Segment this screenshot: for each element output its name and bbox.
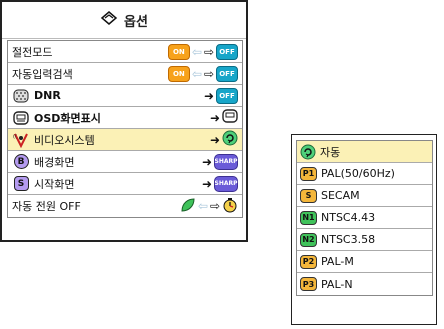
right-arrow-icon: ➜ (209, 110, 220, 125)
menu-item-background[interactable]: B 배경화면 ➜ SHARP (8, 151, 242, 173)
option-ntsc358[interactable]: N2 NTSC3.58 (297, 229, 432, 251)
left-arrow-icon: ⇦ (191, 44, 202, 59)
video-system-submenu: 자동 P1 PAL(50/60Hz) S SECAM N1 NTSC4.43 N… (291, 134, 437, 325)
right-arrow-icon: ⇨ (209, 199, 220, 213)
auto-search-control[interactable]: ON ⇦ ⇨ OFF (167, 65, 238, 82)
left-arrow-icon: ⇦ (191, 66, 202, 81)
option-secam[interactable]: S SECAM (297, 185, 432, 207)
video-system-options: 자동 P1 PAL(50/60Hz) S SECAM N1 NTSC4.43 N… (296, 140, 433, 296)
right-arrow-icon: ➜ (201, 176, 212, 191)
osd-state-icon (222, 109, 238, 126)
timer-icon (222, 197, 238, 216)
right-arrow-icon: ⇨ (203, 44, 214, 59)
osd-icon (12, 110, 30, 126)
sharp-logo-icon: SHARP (214, 175, 238, 192)
p2-icon: P2 (300, 254, 317, 269)
svg-text:((: (( (13, 134, 17, 140)
menu-item-osd[interactable]: OSD화면표시 ➜ (8, 107, 242, 129)
n1-icon: N1 (300, 210, 317, 225)
option-label: 자동 (320, 145, 341, 159)
video-system-icon: (( (12, 132, 30, 148)
option-label: PAL-M (321, 255, 354, 268)
options-menu: 옵션 절전모드 ON ⇦ ⇨ OFF 자동입력검색 ON ⇦ ⇨ OFF DNR… (0, 0, 248, 242)
menu-item-label: 비디오시스템 (34, 133, 95, 147)
on-icon: ON (167, 65, 190, 82)
menu-item-video-system[interactable]: (( 비디오시스템 ➜ (8, 129, 242, 151)
leaf-icon (180, 197, 196, 215)
p1-icon: P1 (300, 166, 317, 181)
option-pal-m[interactable]: P2 PAL-M (297, 251, 432, 273)
menu-title: 옵션 (124, 14, 148, 30)
right-arrow-icon: ➜ (201, 154, 212, 169)
auto-icon (222, 130, 238, 149)
option-label: SECAM (321, 189, 360, 202)
auto-power-off-control[interactable]: ⇦ ⇨ (180, 197, 238, 216)
dnr-icon (12, 88, 30, 104)
menu-item-dnr[interactable]: DNR ➜ OFF (8, 85, 242, 107)
options-icon (100, 10, 118, 30)
menu-item-auto-search[interactable]: 자동입력검색 ON ⇦ ⇨ OFF (8, 63, 242, 85)
right-arrow-icon: ⇨ (203, 66, 214, 81)
off-icon: OFF (216, 43, 238, 60)
menu-item-label: 절전모드 (12, 45, 53, 59)
menu-item-label: OSD화면표시 (34, 111, 101, 125)
menu-item-label: 자동입력검색 (12, 67, 73, 81)
menu-item-startup[interactable]: S 시작화면 ➜ SHARP (8, 173, 242, 195)
option-label: PAL-N (321, 277, 353, 291)
menu-header: 옵션 (2, 2, 246, 39)
on-icon: ON (167, 43, 190, 60)
sharp-logo-icon: SHARP (214, 153, 238, 170)
power-save-control[interactable]: ON ⇦ ⇨ OFF (167, 43, 238, 60)
option-label: PAL(50/60Hz) (321, 167, 395, 180)
menu-item-power-save[interactable]: 절전모드 ON ⇦ ⇨ OFF (8, 41, 242, 63)
option-pal-n[interactable]: P3 PAL-N (297, 273, 432, 295)
right-arrow-icon: ➜ (209, 132, 220, 147)
off-icon: OFF (216, 65, 238, 82)
menu-item-label: 자동 전원 OFF (12, 200, 81, 213)
off-icon: OFF (216, 87, 238, 104)
option-pal[interactable]: P1 PAL(50/60Hz) (297, 163, 432, 185)
menu-list: 절전모드 ON ⇦ ⇨ OFF 자동입력검색 ON ⇦ ⇨ OFF DNR ➜ … (7, 40, 243, 218)
left-arrow-icon: ⇦ (197, 199, 208, 213)
n2-icon: N2 (300, 232, 317, 247)
right-arrow-icon: ➜ (203, 88, 214, 103)
option-label: NTSC3.58 (321, 233, 376, 246)
p3-icon: P3 (300, 277, 317, 291)
s-icon: S (300, 188, 317, 203)
menu-item-label: 시작화면 (34, 177, 75, 191)
auto-icon (300, 144, 316, 160)
menu-item-auto-power-off[interactable]: 자동 전원 OFF ⇦ ⇨ (8, 195, 242, 217)
menu-item-label: DNR (34, 89, 61, 102)
option-ntsc443[interactable]: N1 NTSC4.43 (297, 207, 432, 229)
menu-item-label: 배경화면 (34, 155, 75, 169)
startup-icon: S (12, 176, 30, 192)
option-auto[interactable]: 자동 (297, 141, 432, 163)
option-label: NTSC4.43 (321, 211, 376, 224)
background-icon: B (12, 154, 30, 170)
